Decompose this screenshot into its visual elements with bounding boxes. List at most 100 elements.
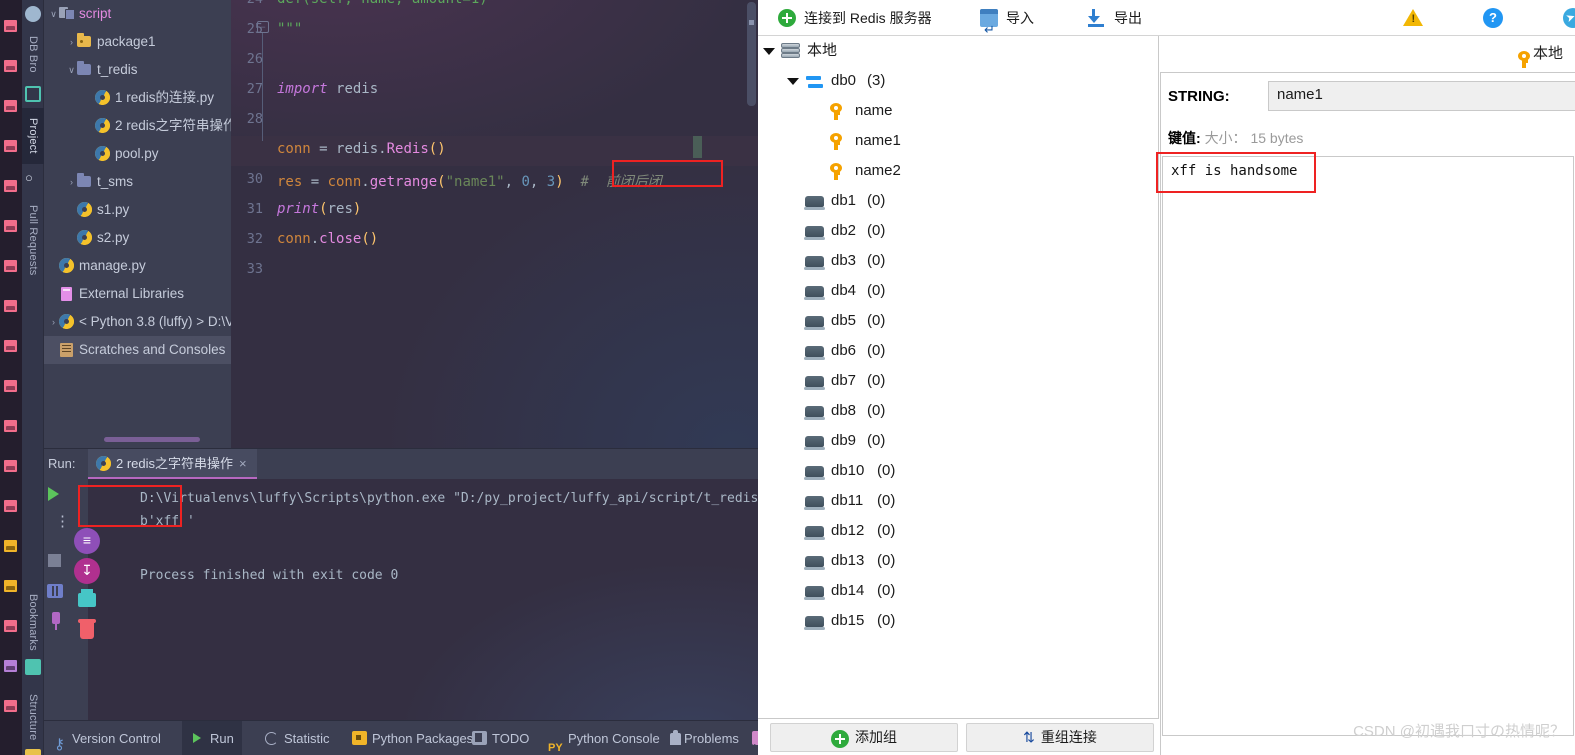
redis-connections-tree[interactable]: 本地 db0 (3) name name1 name2 db1 (0) db2 (0) db3 (0)… bbox=[759, 36, 1159, 718]
project-tree-item[interactable]: pool.py bbox=[44, 140, 231, 168]
chevron-down-icon[interactable] bbox=[763, 48, 775, 55]
status-bar-run[interactable]: Run bbox=[182, 721, 242, 755]
code-token: res bbox=[327, 201, 353, 217]
annotation-chip bbox=[4, 460, 17, 472]
code-line[interactable]: conn = redis.Redis() bbox=[277, 141, 446, 157]
telegram-icon[interactable] bbox=[1563, 8, 1575, 28]
redis-tree-item[interactable]: db1 (0) bbox=[759, 186, 1158, 216]
project-tree-item[interactable]: Scratches and Consoles bbox=[44, 336, 231, 364]
redis-tree-item[interactable]: db4 (0) bbox=[759, 276, 1158, 306]
code-token: = bbox=[310, 174, 328, 190]
tool-window-tab-db-bro[interactable]: DB Bro bbox=[22, 28, 44, 80]
structure-icon[interactable] bbox=[25, 749, 41, 755]
print-icon[interactable] bbox=[78, 589, 96, 607]
project-tree-item[interactable]: › package1 bbox=[44, 28, 231, 56]
project-tree[interactable]: ∨ script › package1 ∨ t_redis 1 redis的连接.py 2 r… bbox=[44, 0, 231, 364]
code-editor[interactable]: 24252627282930313233 def(self, name, amo… bbox=[231, 0, 758, 448]
chevron-down-icon[interactable] bbox=[787, 78, 799, 85]
code-fold-toggle[interactable]: − bbox=[257, 21, 269, 33]
redis-tree-item[interactable]: db12 (0) bbox=[759, 516, 1158, 546]
clear-all-icon[interactable] bbox=[78, 619, 96, 639]
redis-tree-item[interactable]: 本地 bbox=[759, 36, 1158, 66]
status-bar-statistic[interactable]: Statistic bbox=[256, 721, 338, 755]
tool-window-tab-pull-requests[interactable]: Pull Requests bbox=[22, 192, 44, 288]
scroll-to-end-button[interactable] bbox=[74, 558, 100, 584]
tool-window-tab-bookmarks[interactable]: Bookmarks bbox=[22, 585, 44, 659]
code-line[interactable]: """ bbox=[277, 21, 302, 37]
chevron-icon[interactable]: › bbox=[48, 308, 59, 336]
status-bar-python-packages[interactable]: Python Packages bbox=[344, 721, 481, 755]
key-name-field[interactable]: name1 bbox=[1268, 81, 1575, 111]
run-tab[interactable]: 2 redis之字符串操作 × bbox=[88, 449, 257, 479]
close-icon[interactable]: × bbox=[239, 456, 247, 471]
redis-tree-item[interactable]: db14 (0) bbox=[759, 576, 1158, 606]
value-textarea[interactable]: xff is handsome bbox=[1162, 156, 1574, 736]
code-line[interactable]: conn.close() bbox=[277, 231, 378, 247]
editor-scrollbar[interactable] bbox=[747, 2, 756, 106]
redis-tree-item[interactable]: db8 (0) bbox=[759, 396, 1158, 426]
import-button[interactable]: 导入 bbox=[980, 0, 1034, 48]
export-button[interactable]: 导出 bbox=[1088, 0, 1142, 36]
project-tree-item[interactable]: › t_sms bbox=[44, 168, 231, 196]
status-bar-problems[interactable]: Problems bbox=[660, 721, 747, 755]
redis-tree-item[interactable]: db13 (0) bbox=[759, 546, 1158, 576]
chevron-icon[interactable]: › bbox=[66, 28, 77, 56]
code-line[interactable]: def(self, name, amount=1) bbox=[277, 0, 488, 7]
redis-tree-item[interactable]: db0 (3) bbox=[759, 66, 1158, 96]
github-icon[interactable]: ○ bbox=[25, 170, 41, 186]
status-bar-version-control[interactable]: Version Control bbox=[44, 721, 169, 755]
project-icon[interactable] bbox=[25, 86, 41, 102]
soft-wrap-button[interactable] bbox=[74, 528, 100, 554]
project-tree-item[interactable]: ∨ t_redis bbox=[44, 56, 231, 84]
project-tree-item[interactable]: s1.py bbox=[44, 196, 231, 224]
stop-button[interactable] bbox=[48, 554, 61, 567]
redis-tree-item-label: db1 bbox=[831, 192, 857, 209]
project-tree-item[interactable]: manage.py bbox=[44, 252, 231, 280]
run-console[interactable]: D:\Virtualenvs\luffy\Scripts\python.exe … bbox=[88, 479, 758, 720]
pin-tab-icon[interactable] bbox=[52, 612, 60, 630]
redis-tree-item[interactable]: db10 (0) bbox=[759, 456, 1158, 486]
status-bar-todo[interactable]: TODO bbox=[464, 721, 537, 755]
code-line[interactable]: print(res) bbox=[277, 201, 361, 217]
connect-to-redis-server-button[interactable]: 连接到 Redis 服务器 bbox=[778, 0, 932, 36]
redis-tree-item[interactable]: db15 (0) bbox=[759, 606, 1158, 636]
redis-tree-item[interactable]: db5 (0) bbox=[759, 306, 1158, 336]
database-browser-icon[interactable] bbox=[25, 6, 41, 22]
project-tree-item[interactable]: 1 redis的连接.py bbox=[44, 84, 231, 112]
chevron-icon[interactable]: › bbox=[66, 168, 77, 196]
code-line[interactable]: import redis bbox=[277, 81, 378, 97]
project-tree-item[interactable]: External Libraries bbox=[44, 280, 231, 308]
add-group-button[interactable]: 添加组 bbox=[770, 723, 958, 752]
tool-window-tab-project[interactable]: Project bbox=[22, 108, 44, 164]
rerun-button[interactable] bbox=[48, 487, 59, 501]
redis-tree-item[interactable]: db6 (0) bbox=[759, 336, 1158, 366]
chevron-icon[interactable]: ∨ bbox=[66, 56, 77, 84]
status-bar-python-console[interactable]: Python Console bbox=[540, 721, 668, 755]
redis-tree-item[interactable]: name bbox=[759, 96, 1158, 126]
chevron-icon[interactable]: ∨ bbox=[48, 0, 59, 28]
status-bar-terminal[interactable]: Terminal bbox=[744, 721, 758, 755]
more-options-button[interactable]: ⋮ bbox=[55, 514, 70, 529]
bookmarks-icon[interactable] bbox=[25, 659, 41, 675]
redis-tree-item[interactable]: db2 (0) bbox=[759, 216, 1158, 246]
annotation-chip bbox=[4, 500, 17, 512]
redis-tree-item[interactable]: name1 bbox=[759, 126, 1158, 156]
project-tree-item[interactable]: › < Python 3.8 (luffy) > D:\Vir bbox=[44, 308, 231, 336]
tool-window-tab-structure[interactable]: Structure bbox=[22, 685, 44, 749]
redis-tree-item[interactable]: db7 (0) bbox=[759, 366, 1158, 396]
help-icon[interactable] bbox=[1483, 8, 1503, 28]
warning-icon[interactable] bbox=[1403, 8, 1423, 28]
project-horizontal-scrollbar[interactable] bbox=[104, 437, 200, 442]
redis-tree-item[interactable]: db9 (0) bbox=[759, 426, 1158, 456]
redis-tree-item[interactable]: name2 bbox=[759, 156, 1158, 186]
code-line[interactable]: res = conn.getrange("name1", 0, 3) # 前闭后… bbox=[277, 171, 662, 191]
project-tree-item[interactable]: s2.py bbox=[44, 224, 231, 252]
db-icon bbox=[804, 316, 825, 330]
redis-tree-list[interactable]: 本地 db0 (3) name name1 name2 db1 (0) db2 (0) db3 (0)… bbox=[759, 36, 1158, 636]
reorder-connections-button[interactable]: ⇅ 重组连接 bbox=[966, 723, 1154, 752]
redis-tree-item[interactable]: db11 (0) bbox=[759, 486, 1158, 516]
project-tree-item[interactable]: ∨ script bbox=[44, 0, 231, 28]
project-tree-item[interactable]: 2 redis之字符串操作.py bbox=[44, 112, 231, 140]
layout-settings-icon[interactable] bbox=[47, 584, 63, 598]
redis-tree-item[interactable]: db3 (0) bbox=[759, 246, 1158, 276]
